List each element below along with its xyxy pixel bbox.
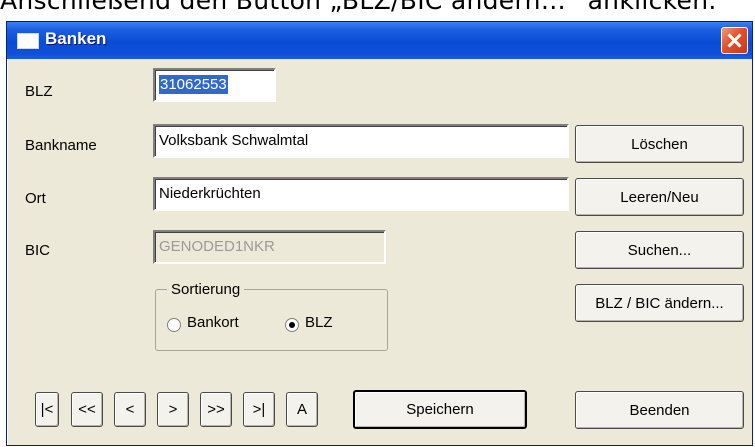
clear-new-button[interactable]: Leeren/Neu (575, 178, 744, 216)
nav-first-button[interactable]: |< (35, 392, 59, 427)
nav-prev-page-button[interactable]: << (71, 392, 103, 427)
window-icon (17, 33, 39, 49)
blz-field[interactable]: 31062553 (153, 68, 276, 102)
banken-dialog: Banken BLZ 31062553 Bankname Volksbank S… (6, 21, 753, 446)
sort-blz-label[interactable]: BLZ (305, 314, 333, 331)
blz-label: BLZ (25, 83, 53, 100)
search-button[interactable]: Suchen... (575, 231, 744, 269)
sort-legend: Sortierung (167, 281, 245, 298)
nav-last-button[interactable]: >| (243, 392, 275, 427)
nav-next-page-button[interactable]: >> (200, 392, 232, 427)
nav-a-button[interactable]: A (286, 392, 318, 427)
bic-field: GENODED1NKR (153, 230, 386, 264)
exit-button[interactable]: Beenden (575, 391, 744, 429)
instruction-caption: Anschließend den Button „BLZ/BIC ändern…… (0, 0, 717, 15)
nav-prev-button[interactable]: < (114, 392, 146, 427)
change-blz-bic-button[interactable]: BLZ / BIC ändern... (575, 284, 744, 322)
nav-next-button[interactable]: > (157, 392, 189, 427)
close-icon[interactable] (721, 27, 748, 54)
ort-field[interactable]: Niederkrüchten (153, 177, 569, 211)
first-record-icon: |< (40, 401, 54, 418)
sort-blz-radio[interactable] (285, 318, 299, 332)
blz-value: 31062553 (159, 75, 228, 94)
save-button[interactable]: Speichern (353, 390, 527, 429)
bankname-field[interactable]: Volksbank Schwalmtal (153, 124, 569, 158)
window-title: Banken (45, 29, 107, 48)
sort-bankort-radio[interactable] (167, 318, 181, 332)
title-bar[interactable]: Banken (7, 22, 752, 59)
bic-label: BIC (25, 242, 51, 259)
ort-label: Ort (25, 190, 46, 207)
sort-bankort-label[interactable]: Bankort (187, 314, 239, 331)
bankname-label: Bankname (25, 137, 97, 154)
delete-button[interactable]: Löschen (575, 125, 744, 163)
